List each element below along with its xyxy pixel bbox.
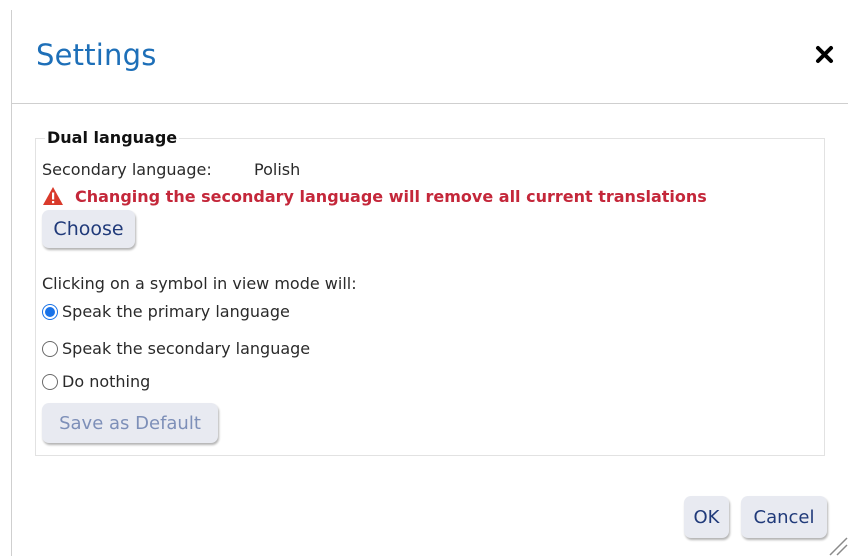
resize-handle-icon[interactable]: [826, 534, 848, 556]
choose-button[interactable]: Choose: [42, 210, 135, 248]
radio-button-checked[interactable]: [42, 303, 58, 320]
close-icon[interactable]: [812, 42, 838, 68]
header-divider: [12, 103, 848, 104]
secondary-language-value: Polish: [254, 160, 301, 179]
save-as-default-button[interactable]: Save as Default: [42, 403, 218, 443]
radio-label: Speak the primary language: [62, 302, 290, 321]
radio-button[interactable]: [42, 340, 58, 357]
radio-do-nothing[interactable]: Do nothing: [42, 372, 150, 391]
secondary-language-label: Secondary language:: [42, 160, 212, 179]
dialog-title: Settings: [36, 38, 157, 72]
ok-button[interactable]: OK: [684, 496, 729, 538]
settings-dialog: Settings Dual language Secondary languag…: [0, 0, 848, 556]
radio-speak-secondary[interactable]: Speak the secondary language: [42, 339, 310, 358]
warning-text: Changing the secondary language will rem…: [75, 186, 707, 206]
radio-button[interactable]: [42, 373, 58, 390]
click-behavior-label: Clicking on a symbol in view mode will:: [42, 274, 357, 293]
dual-language-legend: Dual language: [45, 128, 180, 147]
dialog-left-border: [11, 10, 12, 556]
radio-label: Do nothing: [62, 372, 151, 391]
radio-label: Speak the secondary language: [62, 339, 311, 358]
warning-icon: [43, 187, 63, 205]
radio-speak-primary[interactable]: Speak the primary language: [42, 302, 290, 321]
warning-message: Changing the secondary language will rem…: [42, 186, 707, 206]
cancel-button[interactable]: Cancel: [741, 496, 827, 538]
